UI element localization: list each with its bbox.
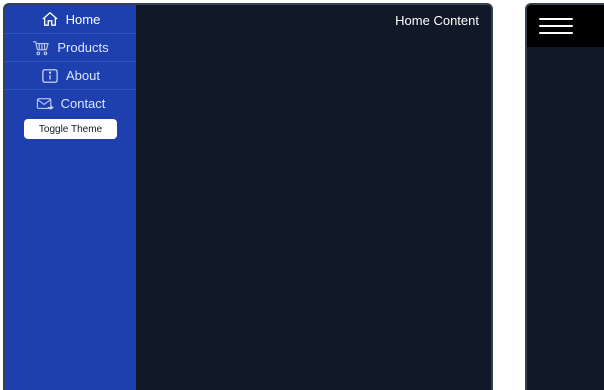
sidebar-item-home[interactable]: Home (5, 5, 136, 33)
hamburger-line (539, 25, 573, 27)
sidebar-item-about[interactable]: About (5, 61, 136, 89)
hamburger-line (539, 32, 573, 34)
page-title: Home Content (395, 13, 479, 28)
sidebar-item-label: Home (65, 11, 101, 27)
sidebar-item-label: Contact (60, 96, 106, 111)
sidebar: Home Products About Contact Toggle Theme (5, 5, 136, 390)
sidebar-item-label: About (66, 68, 100, 83)
mobile-frame (525, 3, 604, 390)
toggle-theme-button[interactable]: Toggle Theme (24, 119, 117, 139)
mail-icon (36, 96, 54, 112)
hamburger-menu-icon[interactable] (539, 17, 573, 35)
mobile-header (527, 5, 604, 47)
cart-icon (32, 40, 50, 56)
home-icon (41, 11, 59, 27)
main-content: Home Content (136, 5, 491, 390)
hamburger-line (539, 18, 573, 20)
desktop-frame: Home Products About Contact Toggle Theme… (3, 3, 493, 390)
sidebar-item-label: Products (57, 40, 109, 55)
sidebar-item-contact[interactable]: Contact (5, 89, 136, 117)
app-stage: Home Products About Contact Toggle Theme… (0, 0, 604, 390)
sidebar-item-products[interactable]: Products (5, 33, 136, 61)
info-icon (41, 68, 59, 84)
